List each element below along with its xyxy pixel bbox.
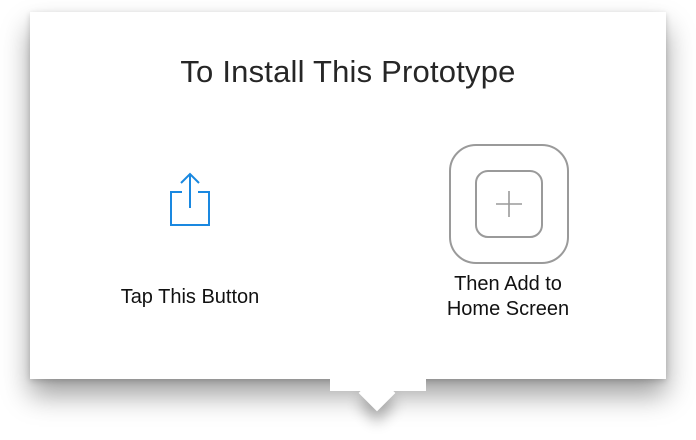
- share-icon: [168, 172, 212, 228]
- step-one-label: Tap This Button: [120, 286, 260, 308]
- install-instructions-screen: To Install This Prototype Tap This Butto…: [0, 0, 696, 440]
- popover-title: To Install This Prototype: [180, 54, 516, 89]
- add-to-home-screen-icon: [449, 144, 569, 264]
- step-two-label-line2: Home Screen: [446, 298, 570, 320]
- step-two-label: Then Add to Home Screen: [398, 272, 618, 322]
- install-popover: To Install This Prototype Tap This Butto…: [30, 12, 666, 412]
- step-two-label-line1: Then Add to: [454, 273, 562, 295]
